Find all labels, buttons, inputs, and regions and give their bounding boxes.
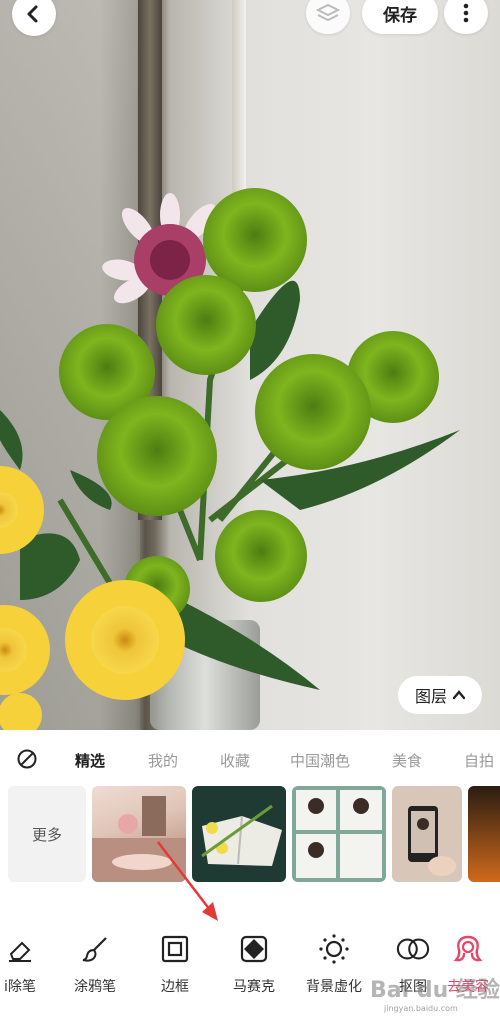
layer-button-label: 图层 — [414, 687, 447, 706]
tool-mosaic[interactable]: 马赛克 — [214, 932, 294, 996]
no-sticker-icon[interactable] — [16, 748, 38, 770]
tab-food[interactable]: 美食 — [392, 750, 422, 771]
tab-mine[interactable]: 我的 — [148, 750, 178, 771]
beauty-icon — [453, 935, 483, 962]
template-thumbnail[interactable] — [292, 786, 386, 882]
more-vertical-icon — [463, 3, 469, 23]
flower-bouquet-image — [0, 188, 460, 730]
tab-featured[interactable]: 精选 — [75, 750, 105, 771]
tool-frame[interactable]: 边框 — [135, 932, 215, 996]
layers-icon — [316, 3, 340, 22]
tab-chinese-colors[interactable]: 中国潮色 — [290, 750, 350, 771]
tool-label: 涂鸦笔 — [74, 979, 116, 995]
template-thumbnail-image — [92, 796, 186, 882]
more-templates-button[interactable]: 更多 — [8, 786, 86, 882]
watermark-url: jingyan.baidu.com — [384, 1004, 458, 1013]
template-thumbnail[interactable] — [192, 786, 286, 882]
tool-label: 边框 — [161, 979, 189, 995]
tab-selfie[interactable]: 自拍 — [464, 750, 494, 771]
template-thumbnail[interactable] — [92, 786, 186, 882]
brush-icon — [82, 937, 107, 962]
cutout-icon — [396, 938, 430, 960]
save-button[interactable]: 保存 — [362, 0, 438, 34]
template-thumbnail-strip: 更多 — [0, 786, 500, 882]
eraser-icon — [9, 941, 31, 962]
watermark: Bai du 经验 — [370, 978, 500, 1003]
template-thumbnail[interactable] — [468, 786, 500, 882]
tool-background-blur[interactable]: 背景虚化 — [294, 932, 374, 996]
frame-icon — [161, 935, 189, 963]
chevron-up-icon — [453, 690, 465, 700]
tool-brush[interactable]: 涂鸦笔 — [55, 932, 135, 996]
template-thumbnail[interactable] — [392, 786, 462, 882]
photo-canvas[interactable] — [0, 0, 500, 730]
chevron-left-icon — [27, 5, 38, 23]
template-thumbnail-image — [201, 804, 282, 866]
tool-label: 背景虚化 — [306, 979, 362, 995]
mosaic-icon — [240, 935, 268, 963]
tab-favorites[interactable]: 收藏 — [220, 750, 250, 771]
tool-label: 马赛克 — [233, 979, 275, 995]
blur-icon — [319, 934, 349, 964]
template-thumbnail-image — [408, 806, 456, 876]
tool-eraser[interactable]: i除笔 — [0, 932, 60, 996]
tool-label: i除笔 — [4, 979, 36, 995]
more-templates-label: 更多 — [31, 825, 62, 844]
template-thumbnail-image — [296, 790, 382, 878]
layer-button[interactable]: 图层 — [398, 676, 482, 714]
